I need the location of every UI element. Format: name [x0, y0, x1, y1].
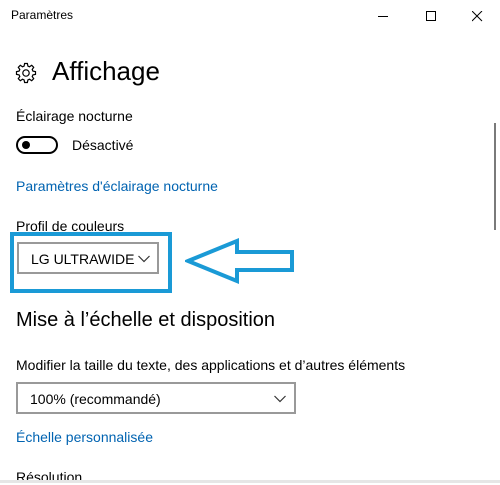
annotation-highlight-box [10, 232, 172, 293]
toggle-knob [22, 141, 30, 149]
night-light-state: Désactivé [72, 137, 134, 153]
night-light-label: Éclairage nocturne [16, 108, 133, 124]
window-title: Paramètres [11, 8, 74, 22]
night-light-toggle[interactable] [16, 136, 58, 154]
scale-dropdown[interactable]: 100% (recommandé) [16, 382, 296, 414]
chevron-down-icon [274, 395, 286, 403]
title-bar: Paramètres [0, 0, 500, 32]
annotation-arrow-icon [185, 238, 294, 284]
maximize-button[interactable] [408, 0, 454, 32]
text-size-label: Modifier la taille du texte, des applica… [16, 357, 406, 373]
scale-value: 100% (recommandé) [30, 391, 161, 407]
maximize-icon [426, 11, 436, 21]
close-icon [472, 11, 483, 22]
minimize-button[interactable] [360, 0, 406, 32]
minimize-icon [378, 16, 388, 17]
close-button[interactable] [454, 0, 500, 32]
page-title: Affichage [52, 56, 160, 86]
night-light-settings-link[interactable]: Paramètres d'éclairage nocturne [16, 178, 218, 194]
scale-layout-heading: Mise à l’échelle et disposition [16, 309, 276, 331]
custom-scaling-link[interactable]: Échelle personnalisée [16, 429, 153, 445]
vertical-scrollbar[interactable] [494, 123, 496, 230]
gear-icon [15, 62, 37, 84]
